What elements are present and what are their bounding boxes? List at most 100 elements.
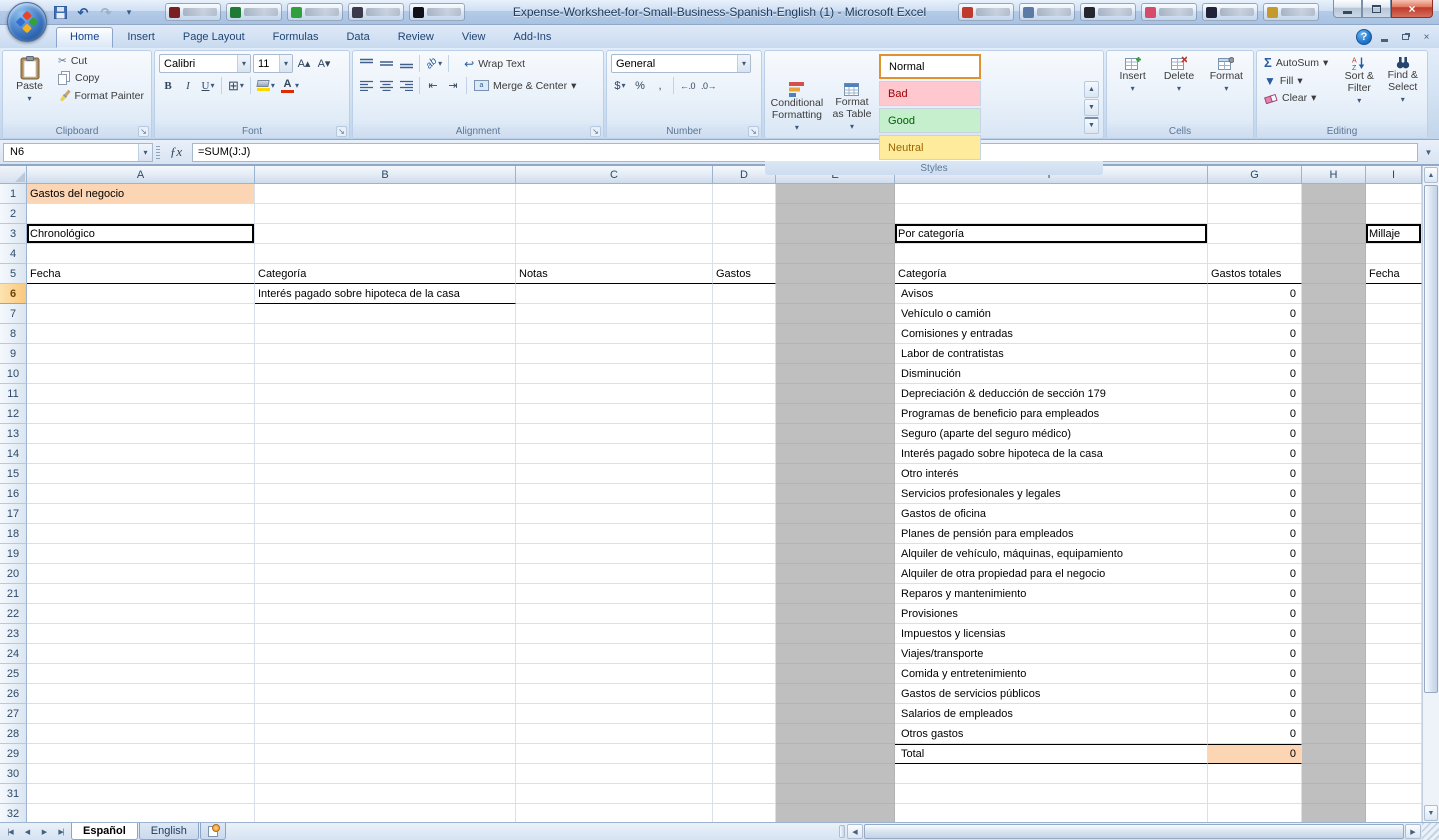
app-button[interactable]	[409, 3, 465, 21]
cell-A14[interactable]	[27, 444, 255, 464]
cell-F25[interactable]: Comida y entretenimiento	[895, 664, 1208, 684]
horizontal-scrollbar[interactable]: ◀ ▶	[846, 823, 1422, 840]
cell-D1[interactable]	[713, 184, 776, 204]
font-dialog-launcher[interactable]: ↘	[336, 126, 347, 137]
row-header-17[interactable]: 17	[0, 504, 27, 524]
cell-D8[interactable]	[713, 324, 776, 344]
cell-E27[interactable]	[776, 704, 895, 724]
decrease-decimal-button[interactable]: .0→	[699, 76, 718, 95]
cell-D27[interactable]	[713, 704, 776, 724]
cell-H1[interactable]	[1302, 184, 1366, 204]
app-button[interactable]	[1141, 3, 1197, 21]
cell-I4[interactable]	[1366, 244, 1422, 264]
cell-C30[interactable]	[516, 764, 713, 784]
sheet-tab-espanol[interactable]: Español	[71, 823, 138, 840]
cell-B13[interactable]	[255, 424, 516, 444]
fill-color-button[interactable]: ▾	[255, 76, 277, 95]
cell-I8[interactable]	[1366, 324, 1422, 344]
cell-I28[interactable]	[1366, 724, 1422, 744]
cell-E15[interactable]	[776, 464, 895, 484]
cell-E12[interactable]	[776, 404, 895, 424]
cell-B14[interactable]	[255, 444, 516, 464]
cell-H26[interactable]	[1302, 684, 1366, 704]
cell-F15[interactable]: Otro interés	[895, 464, 1208, 484]
ribbon-tab-insert[interactable]: Insert	[113, 27, 169, 48]
cell-C29[interactable]	[516, 744, 713, 764]
cell-E2[interactable]	[776, 204, 895, 224]
clear-button[interactable]: Clear▾	[1261, 91, 1336, 105]
cell-H13[interactable]	[1302, 424, 1366, 444]
row-header-25[interactable]: 25	[0, 664, 27, 684]
cell-C4[interactable]	[516, 244, 713, 264]
cell-style-bad[interactable]: Bad	[879, 81, 981, 106]
cell-G2[interactable]	[1208, 204, 1302, 224]
cell-F9[interactable]: Labor de contratistas	[895, 344, 1208, 364]
cell-H12[interactable]	[1302, 404, 1366, 424]
cell-G16[interactable]: 0	[1208, 484, 1302, 504]
cell-F32[interactable]	[895, 804, 1208, 822]
column-header-A[interactable]: A	[27, 166, 255, 184]
cell-F20[interactable]: Alquiler de otra propiedad para el negoc…	[895, 564, 1208, 584]
row-header-23[interactable]: 23	[0, 624, 27, 644]
row-header-24[interactable]: 24	[0, 644, 27, 664]
cell-F17[interactable]: Gastos de oficina	[895, 504, 1208, 524]
formula-bar-splitter[interactable]	[156, 146, 160, 159]
cell-H6[interactable]	[1302, 284, 1366, 304]
app-button[interactable]	[1019, 3, 1075, 21]
cell-F1[interactable]	[895, 184, 1208, 204]
resize-grip[interactable]	[1422, 823, 1439, 840]
cell-H3[interactable]	[1302, 224, 1366, 244]
cell-F2[interactable]	[895, 204, 1208, 224]
cell-G11[interactable]: 0	[1208, 384, 1302, 404]
cell-B2[interactable]	[255, 204, 516, 224]
row-header-30[interactable]: 30	[0, 764, 27, 784]
cell-I31[interactable]	[1366, 784, 1422, 804]
cell-B1[interactable]	[255, 184, 516, 204]
sheet-tab-english[interactable]: English	[139, 823, 199, 840]
cell-D7[interactable]	[713, 304, 776, 324]
row-header-12[interactable]: 12	[0, 404, 27, 424]
app-button[interactable]	[226, 3, 282, 21]
cell-D13[interactable]	[713, 424, 776, 444]
cell-B8[interactable]	[255, 324, 516, 344]
cell-C8[interactable]	[516, 324, 713, 344]
cell-C32[interactable]	[516, 804, 713, 822]
copy-button[interactable]: Copy	[55, 70, 147, 86]
cell-F27[interactable]: Salarios de empleados	[895, 704, 1208, 724]
cell-F13[interactable]: Seguro (aparte del seguro médico)	[895, 424, 1208, 444]
cell-I22[interactable]	[1366, 604, 1422, 624]
row-header-20[interactable]: 20	[0, 564, 27, 584]
cell-D10[interactable]	[713, 364, 776, 384]
gallery-up-button[interactable]: ▲	[1084, 81, 1099, 98]
row-header-21[interactable]: 21	[0, 584, 27, 604]
cell-G24[interactable]: 0	[1208, 644, 1302, 664]
borders-button[interactable]: ⊞▾	[226, 76, 246, 95]
scroll-up-button[interactable]: ▲	[1424, 167, 1438, 183]
percent-style-button[interactable]: %	[631, 76, 649, 95]
cell-C24[interactable]	[516, 644, 713, 664]
cell-I16[interactable]	[1366, 484, 1422, 504]
cell-C25[interactable]	[516, 664, 713, 684]
cell-E24[interactable]	[776, 644, 895, 664]
cell-E21[interactable]	[776, 584, 895, 604]
cell-F26[interactable]: Gastos de servicios públicos	[895, 684, 1208, 704]
cell-C26[interactable]	[516, 684, 713, 704]
font-size-combo[interactable]: 11▾	[253, 54, 293, 73]
row-header-4[interactable]: 4	[0, 244, 27, 264]
cell-E14[interactable]	[776, 444, 895, 464]
cell-D30[interactable]	[713, 764, 776, 784]
cell-H9[interactable]	[1302, 344, 1366, 364]
cell-A21[interactable]	[27, 584, 255, 604]
cell-B19[interactable]	[255, 544, 516, 564]
font-color-button[interactable]: A▾	[279, 76, 301, 95]
cell-B26[interactable]	[255, 684, 516, 704]
row-header-6[interactable]: 6	[0, 284, 27, 304]
conditional-formatting-button[interactable]: Conditional Formatting ▾	[769, 80, 825, 135]
row-header-26[interactable]: 26	[0, 684, 27, 704]
cell-C14[interactable]	[516, 444, 713, 464]
sort-filter-button[interactable]: AZ Sort & Filter ▾	[1339, 54, 1379, 123]
cell-F18[interactable]: Planes de pensión para empleados	[895, 524, 1208, 544]
cell-D18[interactable]	[713, 524, 776, 544]
row-header-16[interactable]: 16	[0, 484, 27, 504]
cell-I7[interactable]	[1366, 304, 1422, 324]
